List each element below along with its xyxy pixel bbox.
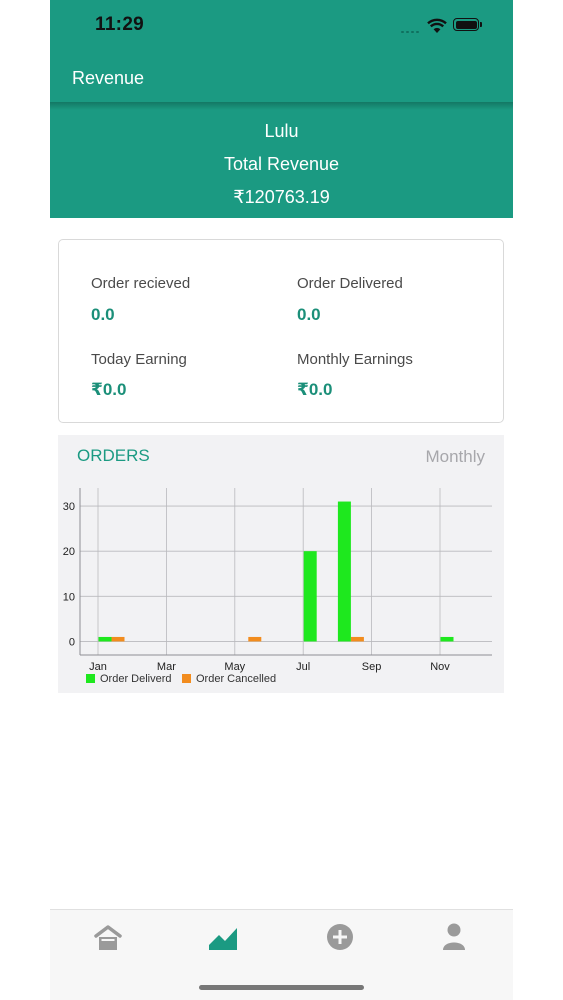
period-selector[interactable]: Monthly: [425, 447, 485, 467]
status-bar: 11:29: [50, 0, 513, 52]
today-earning-label: Today Earning: [91, 351, 187, 368]
monthly-earnings-label: Monthly Earnings: [297, 351, 413, 368]
total-revenue-label: Total Revenue: [223, 154, 340, 174]
legend-swatch: [182, 674, 191, 683]
x-tick-label: Nov: [430, 661, 450, 673]
x-tick-label: Jan: [89, 661, 107, 673]
y-tick-label: 10: [63, 591, 75, 603]
order-received-value: 0.0: [91, 305, 115, 324]
app-screen: 11:29 Revenue Lulu Total Revenue ₹120763…: [50, 0, 513, 1000]
signal-icon: [401, 27, 421, 33]
home-indicator[interactable]: [199, 985, 364, 990]
y-tick-label: 30: [63, 501, 75, 513]
tab-revenue[interactable]: [203, 922, 243, 954]
total-revenue-value: ₹120763.19: [233, 187, 330, 207]
x-tick-label: Sep: [362, 661, 382, 673]
legend-swatch: [86, 674, 95, 683]
x-tick-label: Jul: [296, 661, 310, 673]
bar-order-cancelled: [350, 636, 364, 642]
store-name: Lulu: [264, 121, 299, 141]
tab-home[interactable]: [88, 922, 128, 954]
y-tick-label: 20: [63, 546, 75, 558]
legend-item: Order Deliverd: [86, 673, 172, 685]
orders-chart-card: 0 10 20 30 Jan Mar May Jul Sep Nov ORDERS Monthly…: [58, 435, 504, 693]
stats-card: Order recieved 0.0 Order Delivered 0.0 T…: [58, 239, 504, 423]
bar-order-cancelled: [111, 636, 125, 642]
legend-label: Order Cancelled: [196, 673, 277, 685]
revenue-header: 11:29 Revenue Lulu Total Revenue ₹120763…: [50, 0, 513, 218]
order-delivered-label: Order Delivered: [297, 275, 403, 292]
nav-divider: [50, 102, 513, 110]
bar-order-deliverd: [337, 501, 351, 642]
bar-order-deliverd: [303, 551, 317, 642]
wifi-icon: [427, 18, 447, 33]
status-time: 11:29: [95, 14, 145, 35]
legend-label: Order Deliverd: [100, 673, 172, 685]
home-icon: [94, 925, 122, 950]
monthly-earnings-value: ₹0.0: [297, 380, 333, 399]
bar-order-cancelled: [248, 636, 262, 642]
order-delivered-value: 0.0: [297, 305, 321, 324]
tab-add[interactable]: [320, 922, 360, 954]
bar-order-deliverd: [440, 636, 454, 642]
person-icon: [443, 923, 465, 950]
chart-title: ORDERS: [77, 446, 150, 465]
page-title: Revenue: [72, 68, 145, 88]
tab-profile[interactable]: [434, 922, 474, 954]
x-tick-label: Mar: [157, 661, 176, 673]
x-tick-label: May: [224, 661, 245, 673]
today-earning-value: ₹0.0: [91, 380, 127, 399]
legend-item: Order Cancelled: [182, 673, 276, 685]
plus-circle-icon: [327, 924, 353, 950]
chart-icon: [209, 928, 237, 950]
orders-chart: 0 10 20 30 Jan Mar May Jul Sep Nov: [63, 488, 492, 673]
order-received-label: Order recieved: [91, 275, 191, 292]
battery-icon: [453, 18, 482, 31]
y-tick-label: 0: [69, 636, 75, 648]
bar-order-deliverd: [98, 636, 112, 642]
